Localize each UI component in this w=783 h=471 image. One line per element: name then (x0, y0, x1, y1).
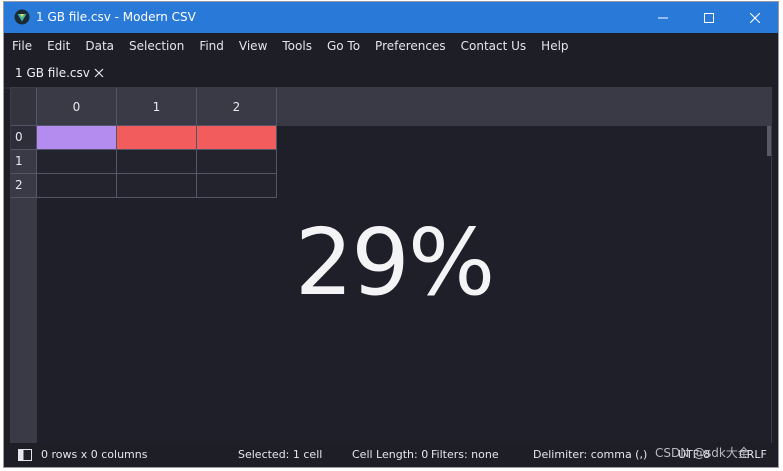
cell-r1-c0[interactable] (37, 150, 117, 174)
cell-r1-c2[interactable] (197, 150, 277, 174)
app-window: 1 GB file.csv - Modern CSV File Edit Dat… (4, 2, 778, 467)
title-bar[interactable]: 1 GB file.csv - Modern CSV (4, 2, 778, 33)
tab-label: 1 GB file.csv (15, 66, 90, 80)
maximize-button[interactable] (686, 2, 732, 33)
vertical-scrollbar[interactable] (767, 126, 771, 156)
cell-r1-c1[interactable] (117, 150, 197, 174)
tab-1gb-file[interactable]: 1 GB file.csv (4, 59, 114, 89)
column-header-2[interactable]: 2 (197, 88, 277, 126)
status-delimiter[interactable]: Delimiter: comma (,) (533, 443, 647, 467)
column-header-0[interactable]: 0 (37, 88, 117, 126)
maximize-icon (704, 12, 714, 23)
tab-bar: 1 GB file.csv (4, 59, 778, 89)
cell-r0-c1[interactable] (117, 126, 197, 150)
menu-find[interactable]: Find (191, 39, 231, 53)
minimize-button[interactable] (640, 2, 686, 33)
menu-view[interactable]: View (231, 39, 274, 53)
status-dimensions: 0 rows x 0 columns (41, 448, 148, 461)
column-header-1[interactable]: 1 (117, 88, 197, 126)
menu-file[interactable]: File (4, 39, 39, 53)
row-header-1[interactable]: 1 (11, 150, 37, 174)
menu-preferences[interactable]: Preferences (367, 39, 453, 53)
cell-r2-c1[interactable] (117, 174, 197, 198)
modern-csv-logo-icon (14, 9, 30, 25)
status-cell-length: Cell Length: 0 (352, 448, 429, 461)
menu-selection[interactable]: Selection (121, 39, 191, 53)
cell-r2-c2[interactable] (197, 174, 277, 198)
menu-contact-us[interactable]: Contact Us (453, 39, 534, 53)
close-tab-icon[interactable] (94, 68, 104, 78)
loading-progress-percent: 29% (294, 209, 495, 316)
menu-edit[interactable]: Edit (39, 39, 77, 53)
menu-tools[interactable]: Tools (274, 39, 319, 53)
cell-r2-c0[interactable] (37, 174, 117, 198)
minimize-icon (658, 17, 668, 18)
select-all-corner[interactable] (11, 88, 37, 126)
window-title: 1 GB file.csv - Modern CSV (36, 10, 196, 24)
watermark: CSDN @sdk大全 (655, 446, 750, 460)
menu-go-to[interactable]: Go To (319, 39, 367, 53)
row-header-2[interactable]: 2 (11, 174, 37, 198)
cell-r0-c0[interactable] (37, 126, 117, 150)
row-header-0[interactable]: 0 (11, 126, 37, 150)
cell-r0-c2[interactable] (197, 126, 277, 150)
status-selected: Selected: 1 cell (238, 448, 323, 461)
close-window-button[interactable] (732, 2, 778, 33)
status-filters: Filters: none (431, 448, 499, 461)
menu-bar: File Edit Data Selection Find View Tools… (4, 33, 778, 59)
menu-data[interactable]: Data (77, 39, 121, 53)
close-icon (750, 12, 760, 23)
side-panel-toggle-icon[interactable] (18, 449, 32, 461)
menu-help[interactable]: Help (533, 39, 575, 53)
